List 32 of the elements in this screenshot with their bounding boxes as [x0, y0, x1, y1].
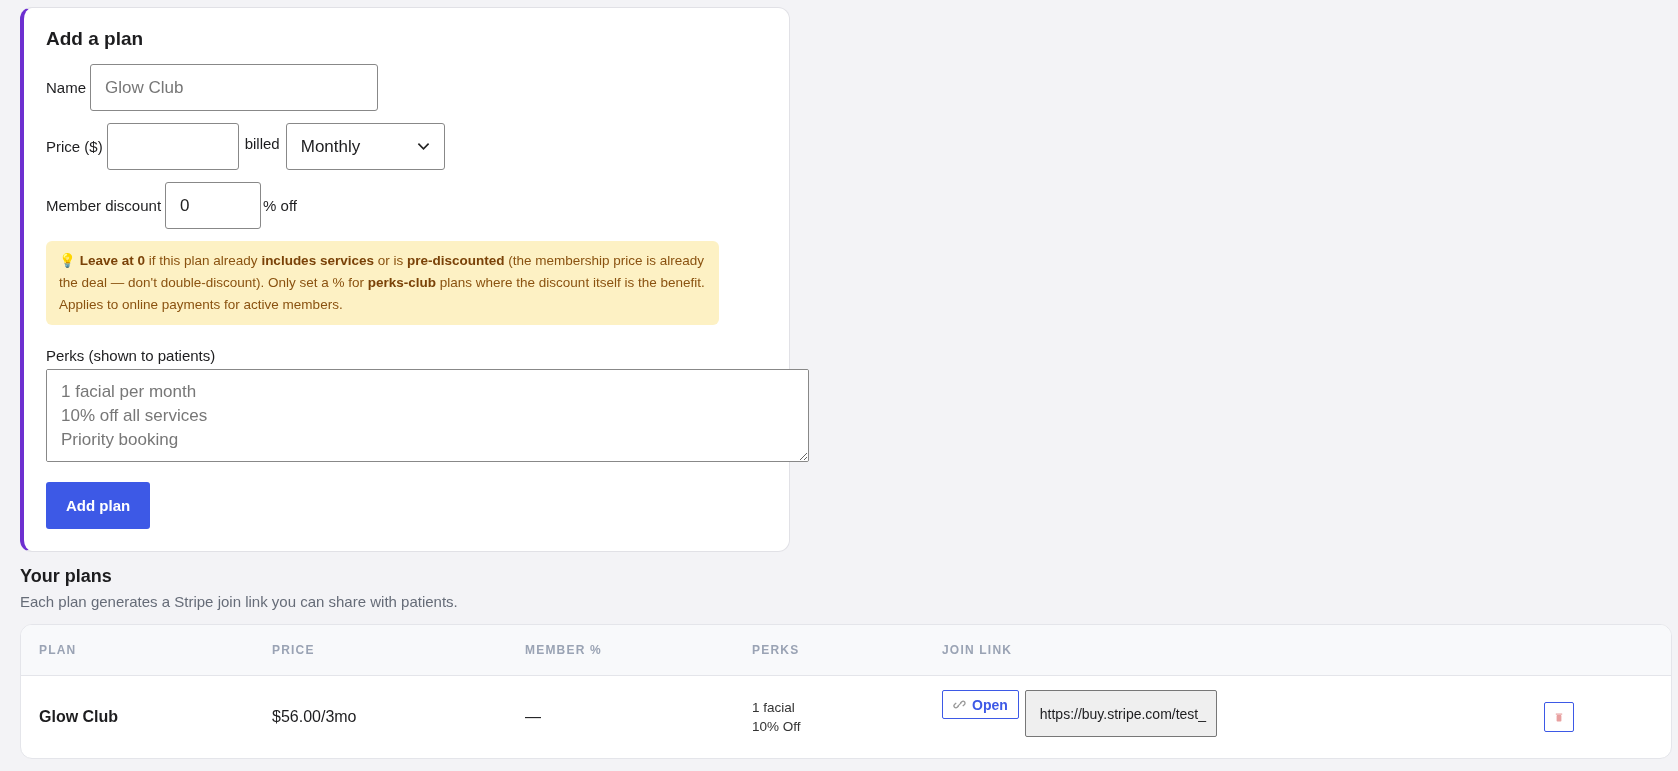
billing-select[interactable]: Monthly [285, 123, 445, 170]
info-note: 💡 Leave at 0 if this plan already includes services or is pre-discounted (the membership price is already the deal — don't double-discount). Only set a % for perks-club plans where the discount itself is the benefit. Applies to online payments for active members. [46, 241, 719, 325]
chevron-down-icon [416, 142, 430, 151]
perk-text: 10% Off [752, 719, 802, 734]
section-title: Your plans [20, 566, 113, 587]
table-cell: Glow Club [39, 708, 119, 725]
field-suffix: % off [263, 197, 297, 214]
column-header: PLAN [38, 643, 78, 657]
discount-field[interactable]: 0 [165, 182, 262, 229]
price-field[interactable] [106, 123, 239, 170]
delete-button[interactable] [1544, 702, 1574, 732]
field-label: billed [243, 135, 281, 152]
field-label: Price ($) [46, 138, 103, 155]
trash-icon [1555, 711, 1563, 723]
field-label: Name [46, 79, 86, 96]
column-header: MEMBER % [524, 643, 603, 657]
link-icon [953, 698, 966, 711]
open-button[interactable]: Open [942, 690, 1019, 719]
column-header: JOIN LINK [941, 643, 1014, 657]
add-plan-button[interactable]: Add plan [46, 482, 151, 529]
section-subtitle: Each plan generates a Stripe join link you can share with patients. [20, 593, 459, 610]
field-label: Member discount [46, 197, 162, 214]
column-header: PRICE [271, 643, 316, 657]
link-field[interactable]: https://buy.stripe.com/test_ [1024, 690, 1217, 737]
field-label: Perks (shown to patients) [46, 347, 217, 364]
table-cell: $56.00/3mo [272, 708, 357, 725]
perks-field[interactable]: 1 facial per month 10% off all services Priority booking [46, 369, 809, 462]
form-title: Add a plan [46, 28, 145, 50]
column-header: PERKS [751, 643, 801, 657]
perk-text: 1 facial [752, 700, 796, 715]
name-field[interactable]: Glow Club [90, 64, 378, 111]
table-cell: — [525, 708, 541, 725]
